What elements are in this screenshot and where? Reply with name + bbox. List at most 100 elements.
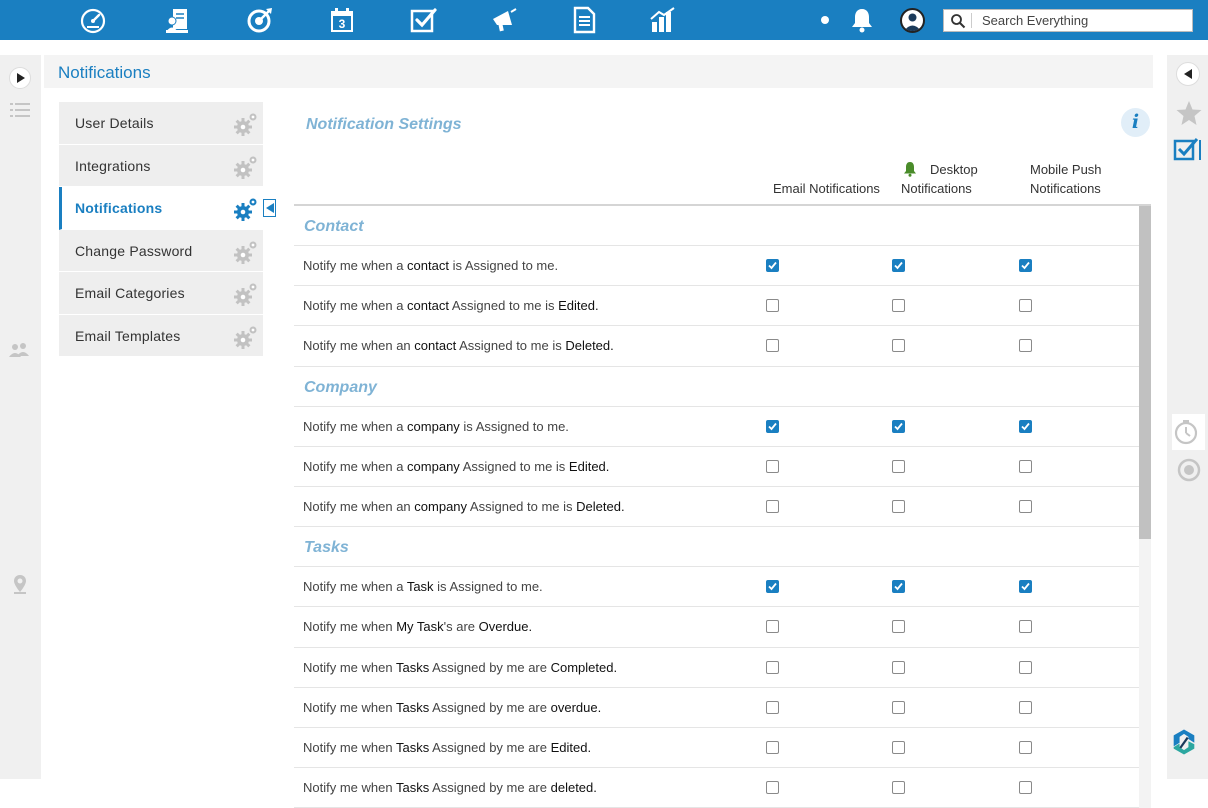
mobile-notification-checkbox[interactable] — [1019, 459, 1032, 473]
mobile-notification-checkbox[interactable] — [1019, 419, 1032, 433]
desktop-notification-checkbox[interactable] — [892, 299, 905, 313]
email-notification-checkbox[interactable] — [766, 339, 779, 353]
gear-icon — [233, 196, 259, 222]
tasks-icon[interactable] — [409, 6, 437, 34]
search-divider — [971, 13, 972, 28]
notification-row: Notify me when Tasks Assigned by me are … — [294, 688, 1151, 728]
settings-menu-item-label: Change Password — [75, 242, 193, 259]
notification-row-label: Notify me when a contact Assigned to me … — [303, 298, 599, 314]
collapse-right-rail-button[interactable] — [1176, 62, 1200, 86]
play-left-icon — [1184, 69, 1192, 79]
notification-row: Notify me when an company Assigned to me… — [294, 487, 1151, 528]
expand-left-rail-button[interactable] — [9, 67, 31, 89]
notification-row-label: Notify me when a company Assigned to me … — [303, 458, 610, 474]
search-input[interactable] — [982, 10, 1187, 31]
team-users-icon[interactable] — [8, 339, 30, 361]
desktop-notification-checkbox[interactable] — [892, 580, 905, 594]
documents-icon[interactable] — [570, 6, 598, 34]
tasks-check-icon[interactable] — [1173, 135, 1201, 163]
settings-menu-item-label: Email Templates — [75, 327, 181, 344]
calendar-icon[interactable]: 3 — [328, 6, 356, 34]
global-search[interactable] — [943, 9, 1193, 32]
email-notification-checkbox[interactable] — [766, 781, 779, 795]
email-notification-checkbox[interactable] — [766, 620, 779, 634]
notification-row: Notify me when a company is Assigned to … — [294, 407, 1151, 447]
settings-menu-item-label: Email Categories — [75, 285, 185, 301]
notification-row: Notify me when Tasks Assigned by me are … — [294, 768, 1151, 808]
notification-row: Notify me when an contact Assigned to me… — [294, 326, 1151, 367]
desktop-notification-checkbox[interactable] — [892, 660, 905, 674]
notification-row-label: Notify me when an company Assigned to me… — [303, 498, 625, 514]
mobile-notification-checkbox[interactable] — [1019, 781, 1032, 795]
email-notification-checkbox[interactable] — [766, 499, 779, 513]
left-rail — [0, 55, 41, 779]
email-notification-checkbox[interactable] — [766, 459, 779, 473]
notification-row: Notify me when a contact Assigned to me … — [294, 286, 1151, 327]
settings-menu-item-user-details[interactable]: User Details — [59, 102, 263, 145]
notification-row-label: Notify me when a contact is Assigned to … — [303, 258, 559, 273]
list-menu-icon[interactable] — [9, 100, 31, 122]
email-notification-checkbox[interactable] — [766, 419, 779, 433]
email-notification-checkbox[interactable] — [766, 700, 779, 714]
desktop-notification-checkbox[interactable] — [892, 740, 905, 754]
reports-chart-icon[interactable] — [649, 6, 677, 34]
dashboard-icon[interactable] — [79, 6, 107, 34]
play-right-icon — [17, 73, 25, 83]
mobile-notification-checkbox[interactable] — [1019, 259, 1032, 272]
mobile-notification-checkbox[interactable] — [1019, 700, 1032, 714]
settings-menu-item-change-password[interactable]: Change Password — [59, 229, 263, 272]
column-header-email: Email Notifications — [773, 179, 880, 198]
mobile-notification-checkbox[interactable] — [1019, 620, 1032, 634]
right-rail — [1167, 55, 1208, 779]
favorites-star-icon[interactable] — [1175, 99, 1203, 127]
column-header-mobile-line2: Notifications — [1030, 181, 1101, 196]
column-header-mobile-line1: Mobile Push — [1030, 162, 1102, 177]
table-scrollbar-thumb[interactable] — [1139, 206, 1151, 539]
settings-menu-item-email-templates[interactable]: Email Templates — [59, 314, 263, 357]
email-notification-checkbox[interactable] — [766, 660, 779, 674]
desktop-notification-checkbox[interactable] — [892, 459, 905, 473]
search-icon — [951, 14, 966, 29]
notifications-bell-icon[interactable] — [849, 7, 875, 33]
desktop-notification-checkbox[interactable] — [892, 499, 905, 513]
mobile-notification-checkbox[interactable] — [1019, 499, 1032, 513]
email-notification-checkbox[interactable] — [766, 580, 779, 594]
page-title: Notifications — [58, 63, 151, 82]
contacts-icon[interactable] — [164, 6, 192, 34]
activity-history-icon[interactable] — [1175, 456, 1203, 484]
location-pin-icon[interactable] — [9, 573, 31, 595]
desktop-notification-checkbox[interactable] — [892, 339, 905, 353]
settings-menu-item-email-categories[interactable]: Email Categories — [59, 272, 263, 315]
email-notification-checkbox[interactable] — [766, 259, 779, 272]
notification-row-label: Notify me when a Task is Assigned to me. — [303, 579, 543, 595]
gear-icon — [233, 324, 259, 350]
timer-icon[interactable] — [1172, 414, 1205, 450]
desktop-notification-checkbox[interactable] — [892, 259, 905, 272]
settings-menu-item-label: User Details — [75, 115, 154, 131]
mobile-notification-checkbox[interactable] — [1019, 580, 1032, 594]
group-title: Contact — [304, 218, 364, 235]
desktop-notification-checkbox[interactable] — [892, 620, 905, 634]
email-notification-checkbox[interactable] — [766, 740, 779, 754]
user-avatar-icon[interactable] — [900, 8, 925, 33]
settings-menu-item-label: Notifications — [75, 200, 163, 216]
gear-icon — [233, 111, 259, 137]
gear-icon — [233, 154, 259, 180]
mobile-notification-checkbox[interactable] — [1019, 660, 1032, 674]
group-header-contact: Contact — [294, 206, 1151, 246]
notification-row: Notify me when My Task's are Overdue. — [294, 607, 1151, 648]
desktop-notification-checkbox[interactable] — [892, 700, 905, 714]
leads-target-icon[interactable] — [246, 6, 274, 34]
mobile-notification-checkbox[interactable] — [1019, 339, 1032, 353]
desktop-notification-checkbox[interactable] — [892, 781, 905, 795]
mobile-notification-checkbox[interactable] — [1019, 740, 1032, 754]
settings-menu-item-integrations[interactable]: Integrations — [59, 144, 263, 187]
notification-row-label: Notify me when Tasks Assigned by me are … — [303, 699, 602, 715]
mobile-notification-checkbox[interactable] — [1019, 299, 1032, 313]
settings-menu-item-notifications[interactable]: Notifications — [59, 187, 276, 230]
email-notification-checkbox[interactable] — [766, 299, 779, 313]
info-button[interactable]: i — [1121, 108, 1150, 137]
info-icon: i — [1131, 111, 1140, 133]
campaign-megaphone-icon[interactable] — [490, 6, 518, 34]
desktop-notification-checkbox[interactable] — [892, 419, 905, 433]
